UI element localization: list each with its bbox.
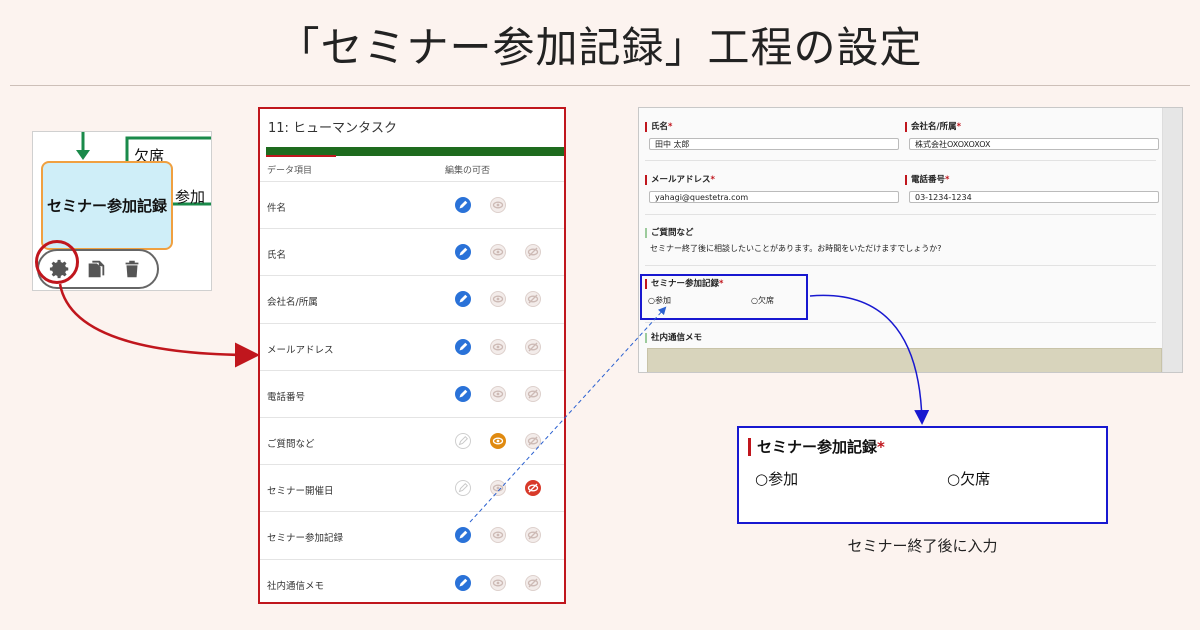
edit-pencil-icon[interactable]: [455, 527, 471, 544]
permission-row: メールアドレス: [260, 322, 564, 370]
permission-row-label: 会社名/所属: [267, 297, 318, 309]
permission-row-label: 社内通信メモ: [267, 580, 325, 592]
permission-row: 氏名: [260, 228, 564, 275]
view-eye-icon[interactable]: [490, 338, 506, 355]
panel-header: 11: ヒューマンタスク: [268, 121, 398, 136]
permission-row-label: 件名: [267, 203, 287, 214]
view-eye-icon[interactable]: [490, 574, 506, 591]
view-eye-icon[interactable]: [490, 385, 506, 402]
view-eye-icon[interactable]: [490, 432, 506, 449]
phone-field[interactable]: 03-1234-1234: [909, 191, 1159, 203]
task-node-label: セミナー参加記録: [46, 197, 167, 215]
edit-pencil-icon[interactable]: [455, 291, 471, 308]
permission-row: 件名: [260, 181, 564, 228]
gear-to-panel-arrow: [58, 283, 260, 368]
seminar-field-zoom: セミナー参加記録* ○参加 ○欠席: [737, 426, 1108, 524]
view-eye-icon[interactable]: [490, 291, 506, 308]
edit-pencil-icon[interactable]: [455, 480, 471, 497]
permission-row-label: セミナー参加記録: [267, 533, 344, 545]
divider: [645, 322, 1156, 323]
edit-pencil-icon[interactable]: [455, 432, 471, 449]
column-header-item: データ項目: [267, 166, 313, 176]
permission-row-label: メールアドレス: [267, 344, 334, 356]
edit-pencil-icon[interactable]: [455, 197, 471, 213]
trash-icon[interactable]: [121, 258, 143, 280]
branch-label-attend: 参加: [175, 188, 206, 206]
zoom-caption: セミナー終了後に入力: [847, 537, 998, 555]
company-field[interactable]: 株式会社OXOXOXOX: [909, 138, 1159, 150]
question-label: ご質問など: [645, 228, 694, 238]
copy-icon[interactable]: [85, 258, 107, 280]
email-field[interactable]: yahagi@questetra.com: [649, 191, 899, 203]
hidden-eye-icon[interactable]: [525, 480, 541, 497]
permission-row-label: 氏名: [267, 250, 287, 262]
email-label: メールアドレス*: [645, 175, 715, 185]
permission-panel: 11: ヒューマンタスク データ項目 編集の可否 件名氏名会社名/所属メールアド…: [258, 107, 566, 604]
edit-pencil-icon[interactable]: [455, 574, 471, 591]
permission-rows: 件名氏名会社名/所属メールアドレス 電話番号ご質問などセミナー開催日 セミナー参加記…: [260, 181, 564, 603]
view-eye-icon[interactable]: [490, 244, 506, 261]
permission-row: セミナー開催日: [260, 464, 564, 511]
permission-row: 電話番号: [260, 369, 564, 417]
memo-textarea[interactable]: [647, 348, 1162, 372]
name-label: 氏名*: [645, 122, 672, 132]
zoom-radio-attend[interactable]: ○参加: [755, 468, 798, 489]
edit-pencil-icon[interactable]: [455, 244, 471, 261]
hidden-eye-icon[interactable]: [525, 432, 541, 449]
permission-row-label: ご質問など: [267, 438, 315, 450]
hidden-eye-icon[interactable]: [525, 291, 541, 308]
divider: [645, 265, 1156, 266]
form-body: 氏名* 田中 太郎 会社名/所属* 株式会社OXOXOXOX メールアドレス* …: [639, 108, 1162, 372]
hidden-eye-icon[interactable]: [525, 527, 541, 544]
view-eye-icon[interactable]: [490, 480, 506, 497]
edit-pencil-icon[interactable]: [455, 338, 471, 355]
zoom-field-label: セミナー参加記録*: [748, 438, 885, 456]
view-eye-icon[interactable]: [490, 527, 506, 544]
permission-row-label: 電話番号: [267, 391, 306, 403]
permission-row: セミナー参加記録: [260, 511, 564, 558]
divider: [645, 214, 1156, 215]
page-title: 「セミナー参加記録」工程の設定: [277, 23, 923, 72]
form-scrollbar[interactable]: [1162, 108, 1182, 372]
permission-row: 社内通信メモ: [260, 558, 564, 603]
permission-row: 会社名/所属: [260, 275, 564, 322]
task-node[interactable]: セミナー参加記録: [41, 161, 173, 250]
title-divider: [10, 85, 1190, 86]
seminar-field-highlight: [640, 274, 808, 320]
name-field[interactable]: 田中 太郎: [649, 138, 899, 150]
phone-label: 電話番号*: [905, 175, 949, 185]
column-header-editable: 編集の可否: [445, 166, 491, 176]
header-bar-accent: [266, 155, 336, 157]
divider: [645, 160, 1156, 161]
permission-row: ご質問など: [260, 416, 564, 464]
view-eye-icon[interactable]: [490, 197, 506, 213]
zoom-radio-absent[interactable]: ○欠席: [947, 468, 990, 489]
company-label: 会社名/所属*: [905, 122, 961, 132]
hidden-eye-icon[interactable]: [525, 574, 541, 591]
edit-pencil-icon[interactable]: [455, 385, 471, 402]
question-text: セミナー終了後に相談したいことがあります。お時間をいただけますでしょうか?: [650, 244, 942, 253]
form-screenshot: 氏名* 田中 太郎 会社名/所属* 株式会社OXOXOXOX メールアドレス* …: [638, 107, 1183, 373]
permission-row-label: セミナー開催日: [267, 486, 334, 498]
hidden-eye-icon[interactable]: [525, 338, 541, 355]
hidden-eye-icon[interactable]: [525, 385, 541, 402]
memo-label: 社内通信メモ: [645, 333, 702, 343]
gear-highlight-circle: [35, 240, 79, 284]
hidden-eye-icon[interactable]: [525, 244, 541, 261]
